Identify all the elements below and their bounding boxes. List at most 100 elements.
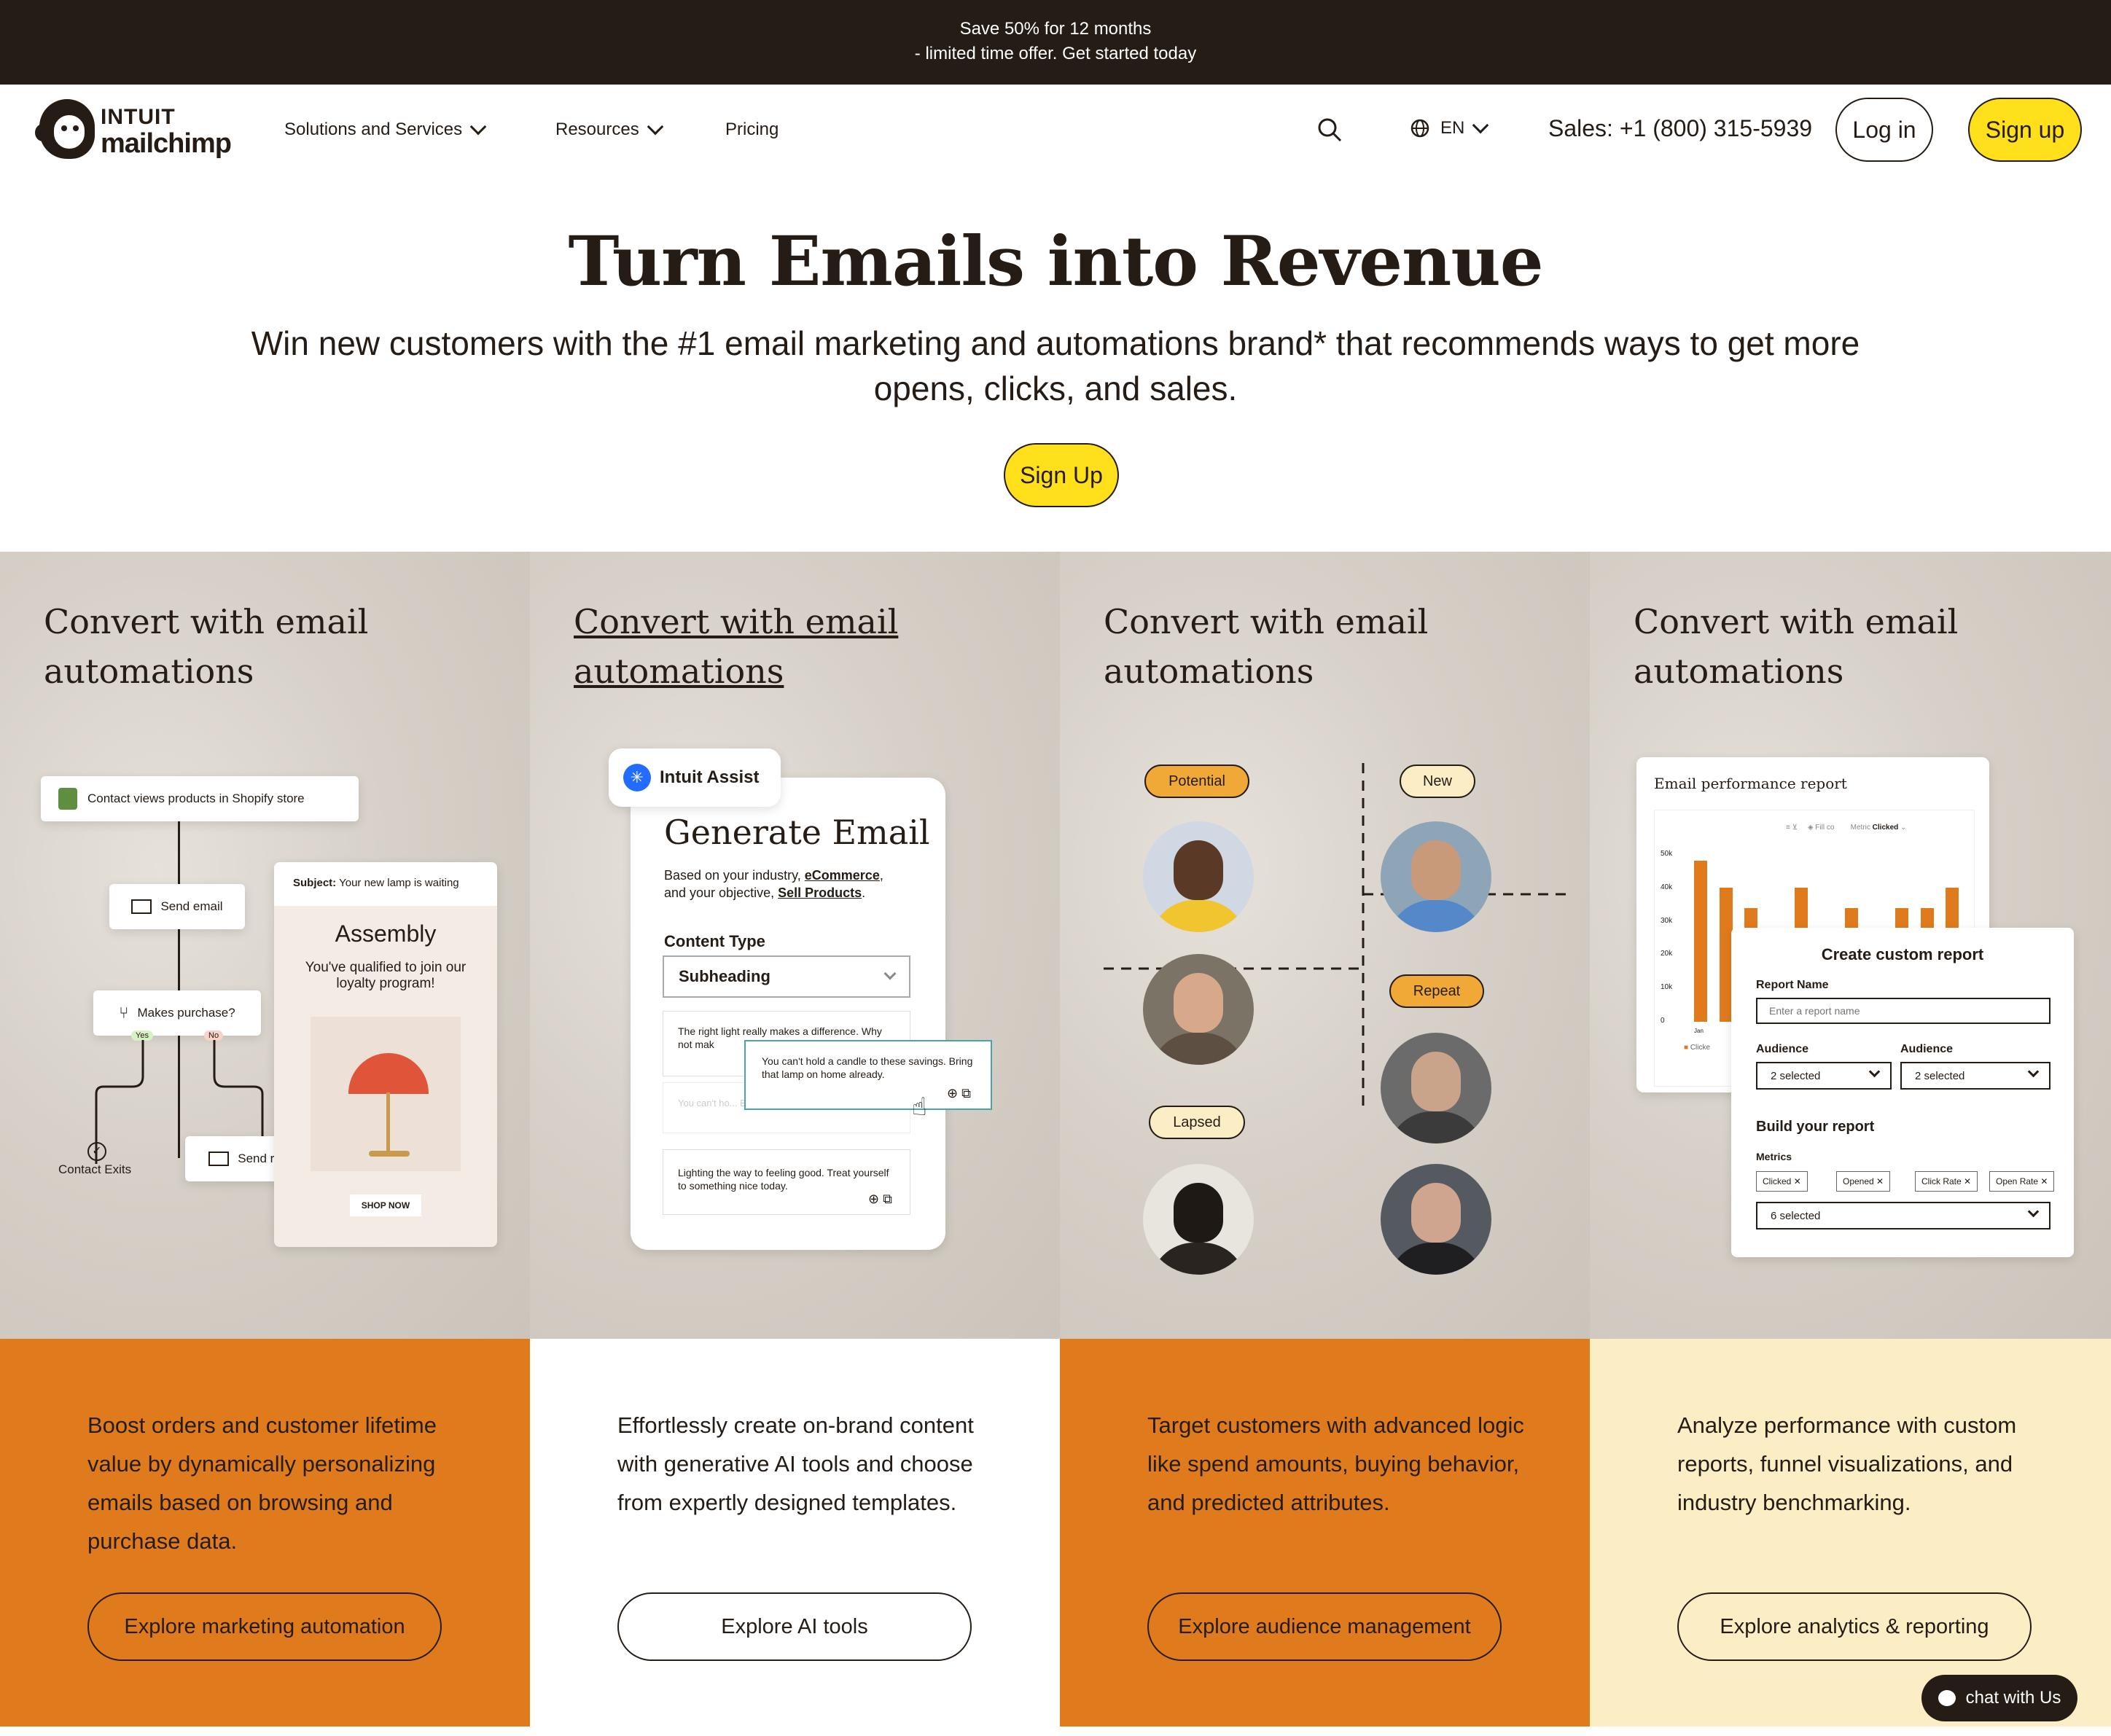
avatar [1381,821,1491,932]
globe-icon [1410,119,1429,138]
metrics-select[interactable]: 6 selected [1756,1202,2050,1229]
card-title: Convert with email automations [1104,602,1429,691]
industry-link[interactable]: eCommerce [805,868,880,883]
mailchimp-logo[interactable]: INTUIT mailchimp [35,99,236,162]
promo-banner[interactable]: Save 50% for 12 months - limited time of… [0,0,2111,85]
lamp-base [369,1151,410,1157]
sparkle-icon: ✳ [623,764,651,791]
chevron-down-icon [469,118,487,136]
custom-report-title: Create custom report [1821,945,1984,963]
audience-select[interactable]: 2 selected [1900,1062,2050,1090]
flow-send-email-text: Send email [160,899,223,913]
report-name-input[interactable] [1756,998,2050,1024]
add-copy-icons[interactable]: ⊕ ⧉ [947,1087,971,1100]
y-tick: 10k [1661,983,1673,992]
explore-ai-button[interactable]: Explore AI tools [617,1592,972,1661]
freddie-icon [39,99,95,159]
suggestion-text: You can't hold a candle to these savings… [762,1055,973,1080]
card-description: Boost orders and customer lifetime value… [87,1412,437,1554]
envelope-icon [131,899,152,914]
card-description: Target customers with advanced logic lik… [1147,1412,1524,1515]
intuit-assist-label: Intuit Assist [660,767,760,787]
avatar [1143,954,1254,1065]
nav-item-resources[interactable]: Resources [555,118,664,140]
lamp-image [311,1017,461,1171]
hero-signup-button[interactable]: Sign Up [1004,443,1119,507]
avatar [1143,821,1254,932]
flow-send-email-node: Send email [109,884,245,929]
hero-subtitle: Win new customers with the #1 email mark… [251,324,1860,407]
create-custom-report-panel: Create custom report Report Name Audienc… [1731,928,2074,1257]
explore-analytics-button[interactable]: Explore analytics & reporting [1677,1592,2032,1661]
flow-trigger-node: Contact views products in Shopify store [41,776,359,821]
email-subject-label: Subject: [293,877,337,889]
audience-value: 2 selected [1771,1069,1821,1082]
chat-label: chat with Us [1965,1688,2061,1708]
report-name-label: Report Name [1756,979,1829,991]
nav-item-label: Pricing [725,120,779,139]
chat-bubble-icon [1938,1690,1956,1706]
language-label: EN [1440,118,1465,138]
context-text: Based on your industry, [664,868,805,883]
metric-tag-click-rate[interactable]: Click Rate ✕ [1915,1171,1978,1192]
flow-no-label: No [204,1031,224,1041]
legend-swatch: ■ [1684,1044,1689,1052]
search-icon[interactable] [1316,117,1343,143]
flow-condition-text: Makes purchase? [137,1006,235,1020]
email-shop-now-button: SHOP NOW [350,1195,421,1216]
chevron-down-icon [883,967,897,980]
metric-tag-label: Clicked [1763,1176,1792,1186]
metric-tag-label: Opened [1843,1176,1874,1186]
add-copy-icons[interactable]: ⊕ ⧉ [868,1192,892,1207]
content-type-value: Subheading [679,967,770,985]
suggestion-popup[interactable]: You can't hold a candle to these savings… [744,1040,992,1110]
card-title[interactable]: Convert with email automations [574,597,1026,696]
flow-yes-label: Yes [131,1031,153,1041]
freddie-eye [61,125,67,131]
report-y-axis: 50k 40k 30k 20k 10k 0 [1661,850,1682,1025]
language-selector[interactable]: EN [1410,117,1489,138]
avatar [1143,1164,1254,1275]
y-tick: 30k [1661,916,1673,925]
lamp-stem [386,1092,390,1151]
x-tick: Jan [1694,1028,1704,1034]
feature-footer-automation: Boost orders and customer lifetime value… [0,1339,530,1727]
signup-button[interactable]: Sign up [1968,98,2082,162]
content-type-select[interactable]: Subheading [663,955,910,998]
nav-item-solutions[interactable]: Solutions and Services [284,118,487,140]
card-description: Effortlessly create on-brand content wit… [617,1412,974,1515]
content-option-3-text: Lighting the way to feeling good. Treat … [678,1167,889,1192]
card-title: Convert with email automations [44,602,369,691]
login-button[interactable]: Log in [1835,98,1933,162]
y-tick: 40k [1661,883,1673,891]
metrics-label: Metrics [1756,1151,1792,1162]
chevron-down-icon [2027,1066,2040,1078]
email-preview: Subject: Your new lamp is waiting Assemb… [274,862,497,1247]
main-nav: INTUIT mailchimp Solutions and Services … [0,85,2111,178]
content-type-label: Content Type [664,932,765,950]
metrics-value: 6 selected [1771,1209,1821,1222]
feature-footer-analytics: Analyze performance with custom reports,… [1590,1339,2111,1727]
card-description: Analyze performance with custom reports,… [1677,1412,2017,1515]
metric-tag-clicked[interactable]: Clicked ✕ [1756,1171,1808,1192]
feature-card-automation: Convert with email automations Contact v… [0,552,530,1339]
explore-audience-button[interactable]: Explore audience management [1147,1592,1502,1661]
feature-card-ai: Convert with email automations Generate … [530,552,1060,1339]
nav-item-pricing[interactable]: Pricing [725,120,779,140]
metric-tag-open-rate[interactable]: Open Rate ✕ [1989,1171,2055,1192]
feature-card-audience: Convert with email automations Potential… [1060,552,1590,1339]
sales-phone[interactable]: Sales: +1 (800) 315-5939 [1548,115,1812,142]
avatar [1381,1033,1491,1143]
objective-link[interactable]: Sell Products [778,885,862,900]
email-subject: Your new lamp is waiting [339,877,459,889]
report-bar [1719,888,1733,1022]
audience-select[interactable]: 2 selected [1756,1062,1892,1090]
chat-button[interactable]: chat with Us [1921,1675,2077,1721]
promo-line-1: Save 50% for 12 months [959,19,1152,39]
lamp-shade [348,1053,429,1094]
y-tick: 0 [1661,1016,1665,1025]
metric-tag-opened[interactable]: Opened ✕ [1836,1171,1891,1192]
chevron-down-icon [1868,1066,1881,1078]
explore-automation-button[interactable]: Explore marketing automation [87,1592,442,1661]
legend-label: Clicke [1690,1044,1711,1052]
